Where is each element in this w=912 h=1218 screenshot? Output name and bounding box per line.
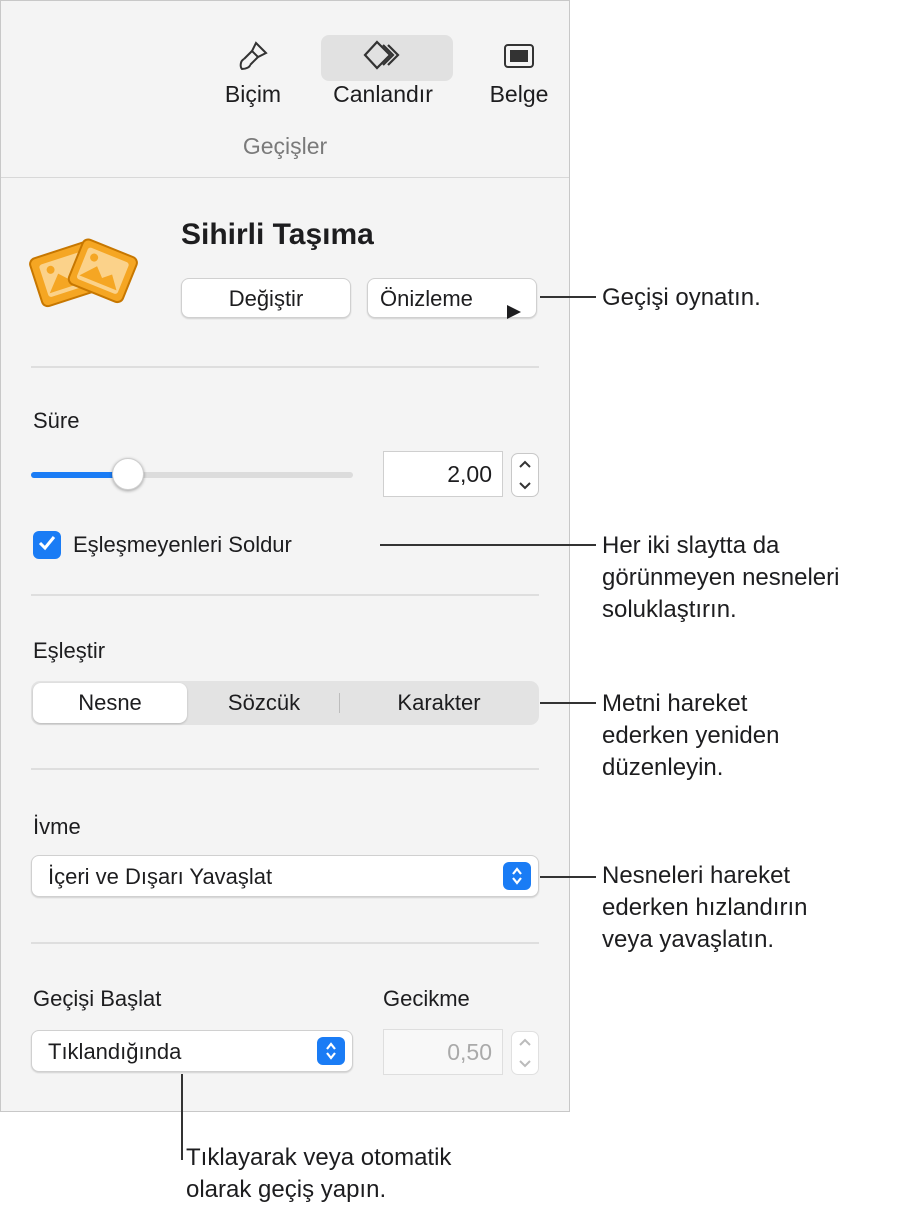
delay-value: 0,50 [447, 1039, 492, 1065]
tab-format[interactable]: Biçim [193, 35, 313, 115]
chevron-down-icon[interactable] [512, 475, 538, 496]
callout-start-line-1: Tıklayarak veya otomatik [186, 1144, 452, 1171]
tab-document[interactable]: Belge [459, 35, 579, 115]
callout-fade-line-3: soluklaştırın. [602, 596, 737, 623]
section-title: Geçişler [242, 133, 328, 159]
chevron-down-icon[interactable] [512, 1053, 538, 1074]
callout-line [540, 876, 596, 878]
divider [31, 768, 539, 770]
callout-start-line-2: olarak geçiş yapın. [186, 1176, 387, 1203]
callout-match-line-1: Metni hareket [602, 690, 748, 717]
match-segmented-control[interactable]: Nesne Sözcük Karakter [31, 681, 539, 725]
acceleration-popup[interactable]: İçeri ve Dışarı Yavaşlat [31, 855, 539, 897]
tab-format-label: Biçim [224, 81, 282, 107]
transition-settings: Sihirli Taşıma Değiştir Önizleme Süre 2,… [1, 178, 569, 1111]
segment-word[interactable]: Sözcük [189, 683, 339, 723]
inspector-toolbar: Biçim Canlandır Belge [1, 1, 569, 118]
change-button[interactable]: Değiştir [181, 278, 351, 318]
callout-acceleration-line-1: Nesneleri hareket [602, 862, 791, 889]
transition-name: Sihirli Taşıma [181, 218, 374, 251]
callout-acceleration-line-3: veya yavaşlatın. [602, 926, 775, 953]
segment-character[interactable]: Karakter [341, 683, 537, 723]
document-icon [502, 39, 536, 78]
magic-move-icon [29, 233, 139, 318]
delay-stepper[interactable] [511, 1031, 539, 1075]
start-popup[interactable]: Tıklandığında [31, 1030, 353, 1072]
tab-animate-label: Canlandır [333, 81, 433, 107]
fade-checkbox[interactable] [33, 531, 61, 559]
acceleration-label: İvme [33, 814, 81, 839]
callout-acceleration: Nesneleri hareket ederken hızlandırın ve… [602, 860, 807, 956]
callout-fade: Her iki slaytta da görünmeyen nesneleri … [602, 530, 839, 626]
match-label: Eşleştir [33, 638, 106, 663]
callout-preview: Geçişi oynatın. [602, 284, 761, 311]
acceleration-value: İçeri ve Dışarı Yavaşlat [48, 864, 273, 889]
fade-label: Eşleşmeyenleri Soldur [73, 532, 292, 557]
callout-match: Metni hareket ederken yeniden düzenleyin… [602, 688, 779, 784]
divider [31, 366, 539, 368]
divider [31, 942, 539, 944]
checkmark-icon [38, 535, 56, 556]
callout-start: Tıklayarak veya otomatik olarak geçiş ya… [186, 1142, 451, 1206]
chevron-updown-icon [317, 1037, 345, 1065]
callout-line [540, 296, 596, 298]
change-button-label: Değiştir [228, 286, 304, 311]
callout-line [540, 702, 596, 704]
callout-acceleration-line-2: ederken hızlandırın [602, 894, 808, 921]
tab-document-label: Belge [489, 81, 549, 107]
callout-match-line-3: düzenleyin. [602, 754, 724, 781]
callout-line [380, 544, 596, 546]
segment-separator [339, 693, 340, 713]
duration-slider[interactable] [31, 458, 353, 494]
callout-fade-line-2: görünmeyen nesneleri [602, 564, 840, 591]
preview-button-label: Önizleme [380, 286, 473, 311]
callout-fade-line-1: Her iki slaytta da [602, 532, 780, 559]
duration-stepper[interactable] [511, 453, 539, 497]
chevron-up-icon[interactable] [512, 454, 538, 475]
delay-label: Gecikme [383, 986, 470, 1011]
chevron-up-icon[interactable] [512, 1032, 538, 1053]
start-label: Geçişi Başlat [33, 986, 162, 1011]
callout-match-line-2: ederken yeniden [602, 722, 780, 749]
duration-value: 2,00 [447, 461, 492, 487]
preview-button[interactable]: Önizleme [367, 278, 537, 319]
play-icon [506, 292, 522, 332]
paintbrush-icon [236, 39, 270, 78]
segment-character-label: Karakter [397, 690, 481, 715]
segment-object-label: Nesne [78, 690, 142, 715]
chevron-updown-icon [503, 862, 531, 890]
slider-thumb[interactable] [111, 458, 144, 490]
tab-animate[interactable]: Canlandır [321, 35, 453, 115]
divider [31, 594, 539, 596]
segment-word-label: Sözcük [227, 690, 301, 715]
duration-label: Süre [33, 408, 80, 433]
diamond-icon [363, 39, 403, 78]
inspector-panel: Biçim Canlandır Belge Geçişler Sihirli T… [0, 0, 570, 1112]
start-value: Tıklandığında [48, 1039, 182, 1064]
section-header: Geçişler [1, 117, 569, 178]
segment-object[interactable]: Nesne [33, 683, 187, 723]
delay-field[interactable]: 0,50 [383, 1029, 503, 1075]
duration-field[interactable]: 2,00 [383, 451, 503, 497]
callout-line [181, 1074, 183, 1160]
